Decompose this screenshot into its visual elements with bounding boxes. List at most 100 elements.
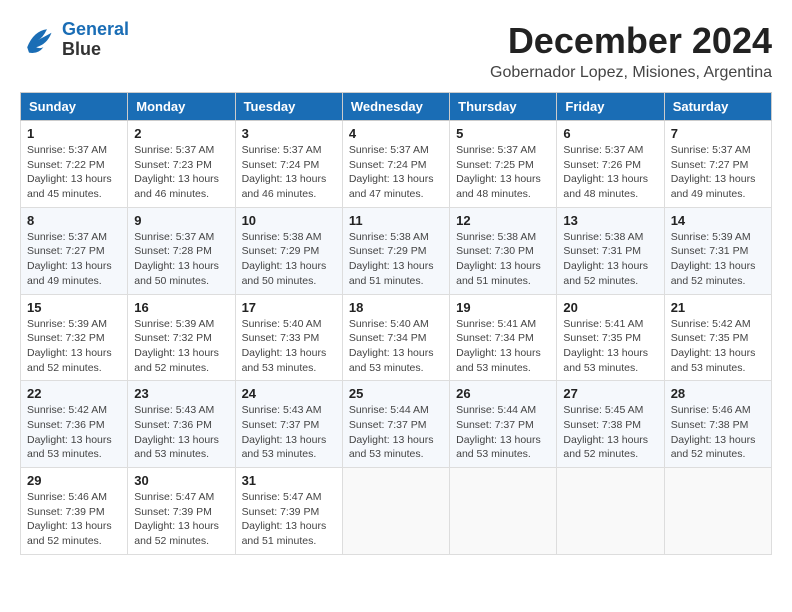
- day-number: 3: [242, 126, 336, 141]
- day-number: 9: [134, 213, 228, 228]
- calendar-cell: 11 Sunrise: 5:38 AM Sunset: 7:29 PM Dayli…: [342, 207, 449, 294]
- day-info: Sunrise: 5:44 AM Sunset: 7:37 PM Dayligh…: [349, 403, 443, 462]
- column-header-monday: Monday: [128, 93, 235, 121]
- day-info: Sunrise: 5:37 AM Sunset: 7:23 PM Dayligh…: [134, 143, 228, 202]
- calendar-cell: 3 Sunrise: 5:37 AM Sunset: 7:24 PM Daylig…: [235, 121, 342, 208]
- day-number: 12: [456, 213, 550, 228]
- column-header-thursday: Thursday: [450, 93, 557, 121]
- calendar-cell: 23 Sunrise: 5:43 AM Sunset: 7:36 PM Dayli…: [128, 381, 235, 468]
- day-info: Sunrise: 5:47 AM Sunset: 7:39 PM Dayligh…: [134, 490, 228, 549]
- calendar-cell: 15 Sunrise: 5:39 AM Sunset: 7:32 PM Dayli…: [21, 294, 128, 381]
- day-info: Sunrise: 5:37 AM Sunset: 7:28 PM Dayligh…: [134, 230, 228, 289]
- calendar-cell: 9 Sunrise: 5:37 AM Sunset: 7:28 PM Daylig…: [128, 207, 235, 294]
- day-info: Sunrise: 5:42 AM Sunset: 7:35 PM Dayligh…: [671, 317, 765, 376]
- day-info: Sunrise: 5:37 AM Sunset: 7:26 PM Dayligh…: [563, 143, 657, 202]
- week-row-1: 1 Sunrise: 5:37 AM Sunset: 7:22 PM Daylig…: [21, 121, 772, 208]
- calendar-cell: [557, 468, 664, 555]
- calendar-cell: [664, 468, 771, 555]
- day-number: 5: [456, 126, 550, 141]
- day-number: 31: [242, 473, 336, 488]
- calendar-cell: 8 Sunrise: 5:37 AM Sunset: 7:27 PM Daylig…: [21, 207, 128, 294]
- day-info: Sunrise: 5:39 AM Sunset: 7:32 PM Dayligh…: [134, 317, 228, 376]
- day-number: 20: [563, 300, 657, 315]
- logo-text: General Blue: [62, 20, 129, 60]
- day-info: Sunrise: 5:37 AM Sunset: 7:27 PM Dayligh…: [671, 143, 765, 202]
- calendar-cell: 16Sunrise: 5:39 AM Sunset: 7:32 PM Dayli…: [128, 294, 235, 381]
- calendar-cell: 28 Sunrise: 5:46 AM Sunset: 7:38 PM Dayli…: [664, 381, 771, 468]
- day-number: 17: [242, 300, 336, 315]
- calendar-cell: 31 Sunrise: 5:47 AM Sunset: 7:39 PM Dayli…: [235, 468, 342, 555]
- day-number: 28: [671, 386, 765, 401]
- day-info: Sunrise: 5:45 AM Sunset: 7:38 PM Dayligh…: [563, 403, 657, 462]
- day-number: 7: [671, 126, 765, 141]
- day-info: Sunrise: 5:37 AM Sunset: 7:25 PM Dayligh…: [456, 143, 550, 202]
- day-info: Sunrise: 5:38 AM Sunset: 7:30 PM Dayligh…: [456, 230, 550, 289]
- day-number: 10: [242, 213, 336, 228]
- calendar-cell: 29Sunrise: 5:46 AM Sunset: 7:39 PM Dayli…: [21, 468, 128, 555]
- calendar-cell: 13 Sunrise: 5:38 AM Sunset: 7:31 PM Dayli…: [557, 207, 664, 294]
- day-number: 21: [671, 300, 765, 315]
- day-number: 18: [349, 300, 443, 315]
- page-title: December 2024: [490, 20, 772, 62]
- calendar-cell: [342, 468, 449, 555]
- day-info: Sunrise: 5:39 AM Sunset: 7:32 PM Dayligh…: [27, 317, 121, 376]
- day-number: 15: [27, 300, 121, 315]
- day-number: 23: [134, 386, 228, 401]
- day-number: 8: [27, 213, 121, 228]
- calendar-cell: 22 Sunrise: 5:42 AM Sunset: 7:36 PM Dayli…: [21, 381, 128, 468]
- day-number: 26: [456, 386, 550, 401]
- title-section: December 2024 Gobernador Lopez, Misiones…: [490, 20, 772, 82]
- calendar-header-row: SundayMondayTuesdayWednesdayThursdayFrid…: [21, 93, 772, 121]
- week-row-3: 15 Sunrise: 5:39 AM Sunset: 7:32 PM Dayli…: [21, 294, 772, 381]
- column-header-saturday: Saturday: [664, 93, 771, 121]
- day-info: Sunrise: 5:43 AM Sunset: 7:36 PM Dayligh…: [134, 403, 228, 462]
- calendar-cell: 4Sunrise: 5:37 AM Sunset: 7:24 PM Daylig…: [342, 121, 449, 208]
- day-number: 13: [563, 213, 657, 228]
- day-info: Sunrise: 5:37 AM Sunset: 7:22 PM Dayligh…: [27, 143, 121, 202]
- calendar-cell: 25 Sunrise: 5:44 AM Sunset: 7:37 PM Dayli…: [342, 381, 449, 468]
- calendar-cell: 12 Sunrise: 5:38 AM Sunset: 7:30 PM Dayli…: [450, 207, 557, 294]
- day-number: 19: [456, 300, 550, 315]
- day-info: Sunrise: 5:41 AM Sunset: 7:34 PM Dayligh…: [456, 317, 550, 376]
- calendar-cell: 21 Sunrise: 5:42 AM Sunset: 7:35 PM Dayli…: [664, 294, 771, 381]
- day-number: 25: [349, 386, 443, 401]
- day-info: Sunrise: 5:47 AM Sunset: 7:39 PM Dayligh…: [242, 490, 336, 549]
- page-subtitle: Gobernador Lopez, Misiones, Argentina: [490, 64, 772, 82]
- day-info: Sunrise: 5:37 AM Sunset: 7:27 PM Dayligh…: [27, 230, 121, 289]
- calendar-cell: 27 Sunrise: 5:45 AM Sunset: 7:38 PM Dayli…: [557, 381, 664, 468]
- calendar-cell: 20 Sunrise: 5:41 AM Sunset: 7:35 PM Dayli…: [557, 294, 664, 381]
- calendar-cell: 24Sunrise: 5:43 AM Sunset: 7:37 PM Dayli…: [235, 381, 342, 468]
- day-number: 29: [27, 473, 121, 488]
- calendar-cell: 5 Sunrise: 5:37 AM Sunset: 7:25 PM Daylig…: [450, 121, 557, 208]
- day-number: 22: [27, 386, 121, 401]
- calendar-cell: 14 Sunrise: 5:39 AM Sunset: 7:31 PM Dayli…: [664, 207, 771, 294]
- day-number: 1: [27, 126, 121, 141]
- day-info: Sunrise: 5:39 AM Sunset: 7:31 PM Dayligh…: [671, 230, 765, 289]
- day-info: Sunrise: 5:46 AM Sunset: 7:38 PM Dayligh…: [671, 403, 765, 462]
- day-info: Sunrise: 5:38 AM Sunset: 7:29 PM Dayligh…: [242, 230, 336, 289]
- calendar-cell: [450, 468, 557, 555]
- column-header-sunday: Sunday: [21, 93, 128, 121]
- calendar-cell: 7 Sunrise: 5:37 AM Sunset: 7:27 PM Daylig…: [664, 121, 771, 208]
- calendar-cell: 2 Sunrise: 5:37 AM Sunset: 7:23 PM Daylig…: [128, 121, 235, 208]
- day-number: 11: [349, 213, 443, 228]
- day-info: Sunrise: 5:37 AM Sunset: 7:24 PM Dayligh…: [242, 143, 336, 202]
- day-info: Sunrise: 5:38 AM Sunset: 7:31 PM Dayligh…: [563, 230, 657, 289]
- day-number: 24: [242, 386, 336, 401]
- day-info: Sunrise: 5:41 AM Sunset: 7:35 PM Dayligh…: [563, 317, 657, 376]
- day-number: 4: [349, 126, 443, 141]
- calendar-cell: 19 Sunrise: 5:41 AM Sunset: 7:34 PM Dayli…: [450, 294, 557, 381]
- calendar-cell: 17 Sunrise: 5:40 AM Sunset: 7:33 PM Dayli…: [235, 294, 342, 381]
- calendar-cell: 10 Sunrise: 5:38 AM Sunset: 7:29 PM Dayli…: [235, 207, 342, 294]
- day-info: Sunrise: 5:42 AM Sunset: 7:36 PM Dayligh…: [27, 403, 121, 462]
- day-number: 27: [563, 386, 657, 401]
- calendar-cell: 26 Sunrise: 5:44 AM Sunset: 7:37 PM Dayli…: [450, 381, 557, 468]
- day-number: 30: [134, 473, 228, 488]
- day-info: Sunrise: 5:40 AM Sunset: 7:33 PM Dayligh…: [242, 317, 336, 376]
- calendar-cell: 1 Sunrise: 5:37 AM Sunset: 7:22 PM Daylig…: [21, 121, 128, 208]
- day-info: Sunrise: 5:38 AM Sunset: 7:29 PM Dayligh…: [349, 230, 443, 289]
- day-number: 14: [671, 213, 765, 228]
- day-info: Sunrise: 5:40 AM Sunset: 7:34 PM Dayligh…: [349, 317, 443, 376]
- day-number: 2: [134, 126, 228, 141]
- day-info: Sunrise: 5:44 AM Sunset: 7:37 PM Dayligh…: [456, 403, 550, 462]
